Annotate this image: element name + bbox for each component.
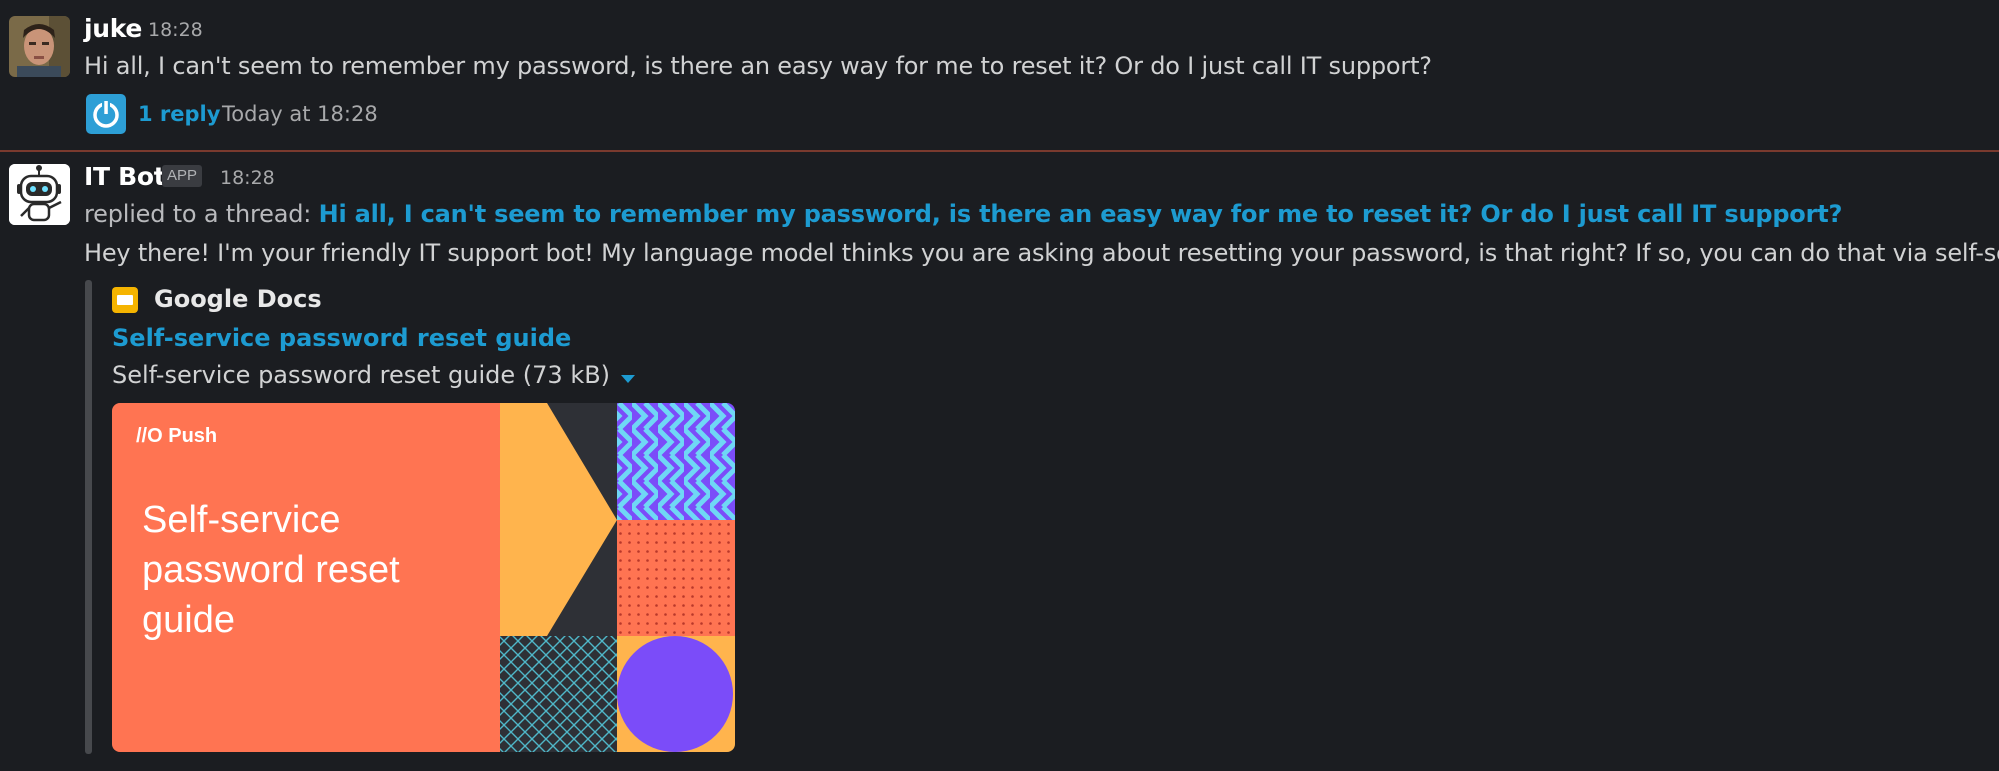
user-avatar[interactable]	[9, 16, 70, 77]
attachment-title-link[interactable]: Self-service password reset guide	[112, 324, 571, 352]
reply-prefix: replied to a thread:	[84, 200, 312, 228]
author-name[interactable]: juke	[84, 14, 142, 43]
attachment-file[interactable]: Self-service password reset guide (73 kB…	[112, 361, 636, 391]
attachment-border	[85, 280, 92, 754]
message-text: Hi all, I can't seem to remember my pass…	[84, 52, 1432, 80]
message-timestamp[interactable]: 18:28	[148, 19, 203, 41]
service-name: Google Docs	[154, 285, 322, 313]
google-docs-icon	[112, 287, 138, 313]
reply-count-link[interactable]: 1 reply	[138, 102, 220, 126]
bot-avatar[interactable]	[9, 164, 70, 225]
preview-title-line: Self-service	[142, 499, 341, 541]
message-juke: juke 18:28 Hi all, I can't seem to remem…	[0, 0, 1999, 150]
preview-title-line: password reset	[142, 549, 400, 591]
thread-reply-context: replied to a thread: Hi all, I can't see…	[84, 200, 1842, 228]
preview-title: Self-service password reset guide	[142, 495, 400, 645]
attachment-preview[interactable]: //O Push Self-service password reset gui…	[112, 403, 735, 752]
preview-title-line: guide	[142, 599, 235, 641]
preview-brand: //O Push	[136, 425, 218, 447]
reply-quote-link[interactable]: Hi all, I can't seem to remember my pass…	[319, 200, 1843, 228]
power-icon	[86, 94, 126, 134]
app-badge: APP	[162, 165, 203, 187]
author-name[interactable]: IT Bot	[84, 162, 166, 191]
last-reply-time: Today at 18:28	[222, 102, 378, 126]
user-avatar-image	[9, 16, 70, 77]
message-timestamp[interactable]: 18:28	[220, 167, 275, 189]
caret-down-icon[interactable]	[621, 374, 636, 383]
bot-avatar-image	[9, 164, 70, 225]
message-text: Hey there! I'm your friendly IT support …	[84, 239, 1999, 267]
bot-message-body: Hey there! I'm your friendly IT support …	[84, 239, 1999, 267]
file-label: Self-service password reset guide (73 kB…	[112, 361, 611, 389]
